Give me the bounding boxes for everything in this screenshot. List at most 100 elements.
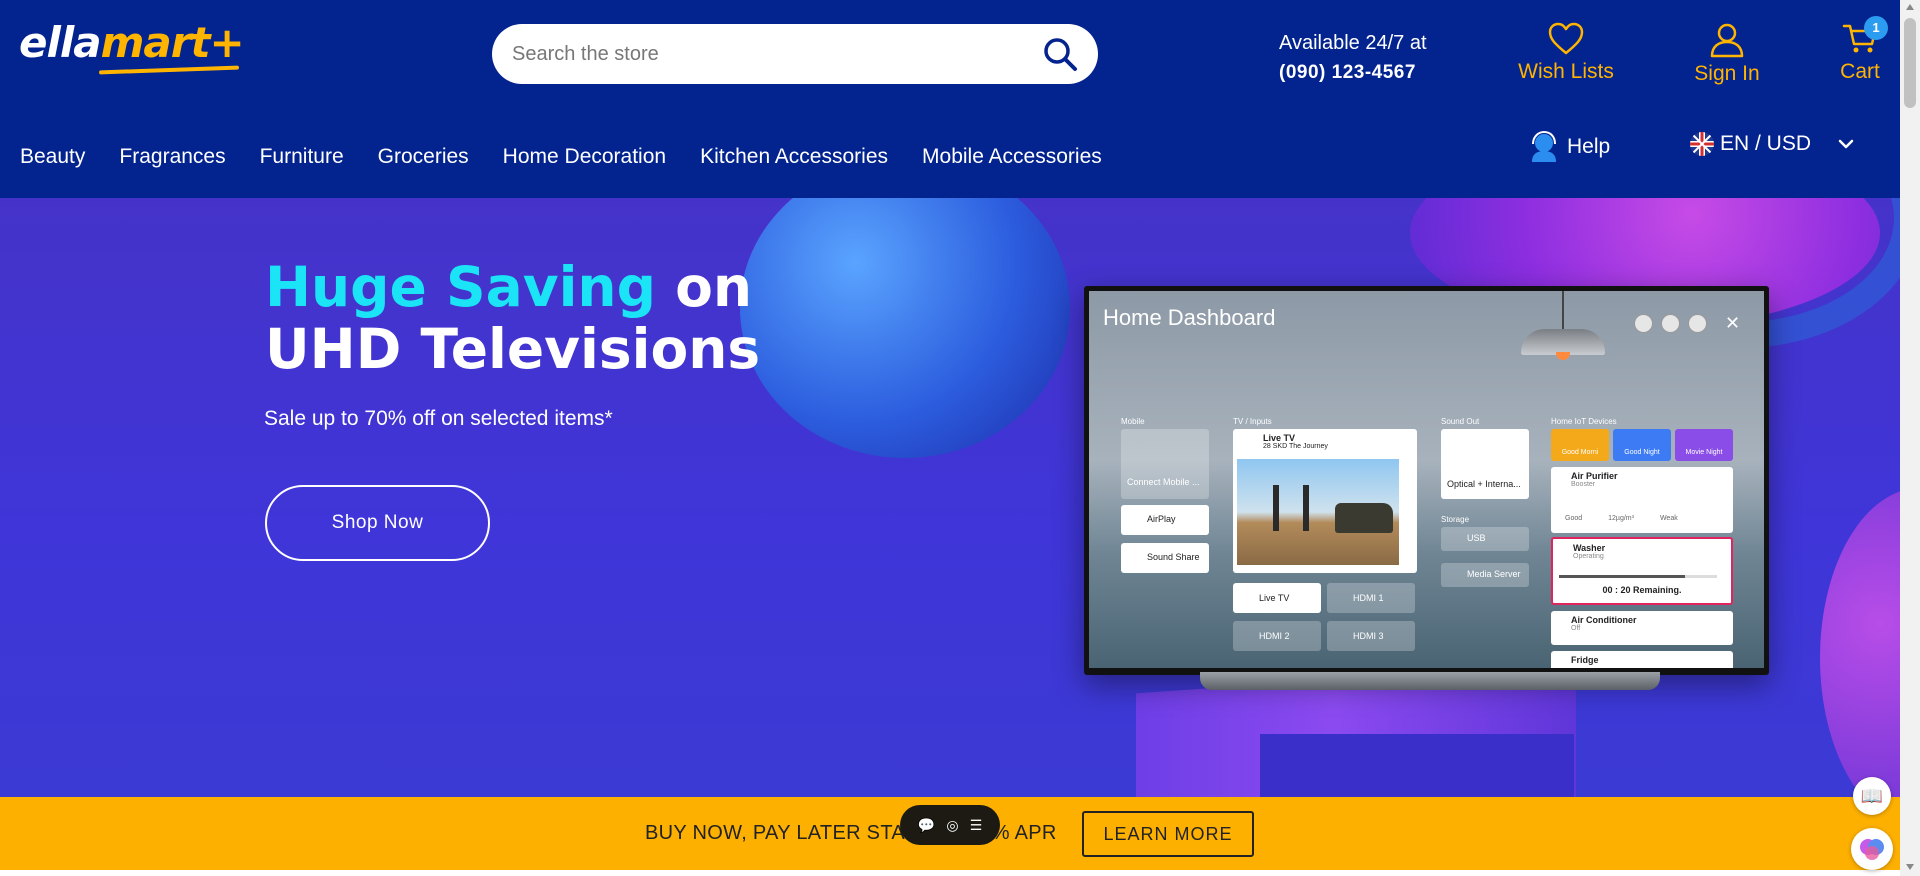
tv-controls: ✕ bbox=[1634, 313, 1740, 334]
tv-refresh-icon bbox=[1688, 314, 1707, 333]
hero-title-rest: on bbox=[655, 255, 753, 319]
tv-screen: Home Dashboard ✕ Mobile TV / Inputs Soun… bbox=[1089, 291, 1764, 668]
nav-item-furniture[interactable]: Furniture bbox=[260, 145, 344, 175]
thumbnail-people bbox=[1273, 485, 1309, 531]
tv-device-card: Air Conditioner Off bbox=[1551, 611, 1733, 645]
washer-progress-fill bbox=[1559, 575, 1686, 578]
hero-banner: Huge Saving on UHD Televisions Sale up t… bbox=[0, 198, 1900, 798]
tv-section-label: Storage bbox=[1441, 515, 1470, 524]
book-icon[interactable]: 📖 bbox=[1853, 777, 1891, 815]
tv-profile-icon bbox=[1634, 314, 1653, 333]
search-icon[interactable] bbox=[1042, 36, 1078, 72]
page: ellamart+ Available 24/7 at (090) 123-45… bbox=[0, 0, 1920, 876]
locale-label: EN / USD bbox=[1720, 132, 1812, 155]
contact-info: Available 24/7 at (090) 123-4567 bbox=[1279, 28, 1427, 88]
device-stat: Good bbox=[1565, 515, 1583, 522]
tv-mobile-card: Connect Mobile ... bbox=[1121, 429, 1209, 499]
uk-flag-icon bbox=[1690, 132, 1714, 156]
contact-label: Available 24/7 at bbox=[1279, 32, 1427, 54]
nav-item-mobile-accessories[interactable]: Mobile Accessories bbox=[922, 145, 1102, 175]
device-stat: 12µg/m³ bbox=[1608, 515, 1634, 522]
scroll-up-arrow-icon[interactable] bbox=[1906, 4, 1914, 10]
contact-phone[interactable]: (090) 123-4567 bbox=[1279, 58, 1427, 88]
tv-sound-card: Optical + Interna... bbox=[1441, 429, 1529, 499]
tv-iot-tile: Movie Night bbox=[1675, 429, 1733, 461]
site-header: ellamart+ Available 24/7 at (090) 123-45… bbox=[0, 0, 1900, 198]
logo-text-accent: mart+ bbox=[100, 18, 245, 67]
cart-button[interactable]: 1 Cart bbox=[1836, 16, 1888, 84]
menu-icon[interactable]: ☰ bbox=[970, 817, 983, 834]
decorative-sphere bbox=[1820, 488, 1900, 798]
tv-live-card: Live TV 28 SKD The Journey bbox=[1233, 429, 1417, 573]
tv-section-label: TV / Inputs bbox=[1233, 417, 1272, 426]
hero-title-line2: UHD Televisions bbox=[265, 317, 761, 381]
thumbnail-jeep bbox=[1335, 503, 1393, 533]
user-icon bbox=[1710, 23, 1744, 58]
device-name: Fridge bbox=[1571, 655, 1599, 665]
floating-toolbar: 💬 ◎ ☰ bbox=[900, 805, 1000, 845]
category-nav: Beauty Fragrances Furniture Groceries Ho… bbox=[20, 145, 1136, 175]
tv-input-card: HDMI 1 bbox=[1327, 583, 1415, 613]
tv-section-label: Sound Out bbox=[1441, 417, 1480, 426]
device-status: Operating bbox=[1573, 553, 1604, 560]
tv-live-thumbnail bbox=[1237, 459, 1399, 565]
shop-now-button[interactable]: Shop Now bbox=[265, 485, 490, 561]
nav-item-groceries[interactable]: Groceries bbox=[378, 145, 469, 175]
page-scrollbar[interactable] bbox=[1900, 0, 1920, 876]
help-label: Help bbox=[1567, 135, 1611, 158]
nav-item-fragrances[interactable]: Fragrances bbox=[119, 145, 225, 175]
tv-device-card: Air Purifier Booster Good 12µg/m³ Weak bbox=[1551, 467, 1733, 533]
device-stat: Weak bbox=[1659, 515, 1678, 522]
wishlist-label: Wish Lists bbox=[1518, 60, 1614, 83]
device-status: Off bbox=[1571, 625, 1581, 632]
tv-live-channel: 28 SKD The Journey bbox=[1263, 443, 1328, 450]
tv-dashboard-title: Home Dashboard bbox=[1103, 305, 1276, 330]
device-stats: Good 12µg/m³ Weak bbox=[1565, 515, 1678, 522]
hero-title: Huge Saving on UHD Televisions bbox=[265, 256, 760, 380]
tv-mobile-card: Sound Share bbox=[1121, 543, 1209, 573]
tv-section-label: Mobile bbox=[1121, 417, 1145, 426]
washer-remaining: 00 : 20 Remaining. bbox=[1602, 585, 1682, 595]
help-link[interactable]: Help bbox=[1527, 130, 1610, 164]
promo-text-end: % APR bbox=[991, 822, 1057, 844]
tv-storage-card: Media Server bbox=[1441, 563, 1529, 587]
device-status: Booster bbox=[1571, 481, 1596, 488]
locale-selector[interactable]: EN / USD bbox=[1690, 132, 1855, 156]
chevron-down-icon bbox=[1838, 139, 1854, 149]
tv-section-label: Home IoT Devices bbox=[1551, 417, 1617, 426]
hero-title-highlight: Huge Saving bbox=[265, 255, 656, 319]
wishlist-button[interactable]: Wish Lists bbox=[1518, 22, 1614, 84]
brain-icon bbox=[1860, 839, 1884, 860]
site-logo[interactable]: ellamart+ bbox=[19, 18, 245, 75]
decorative-sphere bbox=[740, 198, 1070, 458]
cart-count-badge: 1 bbox=[1864, 16, 1888, 40]
tv-close-icon: ✕ bbox=[1725, 313, 1741, 333]
scroll-down-arrow-icon[interactable] bbox=[1906, 864, 1914, 870]
chat-icon[interactable]: 💬 bbox=[918, 817, 935, 834]
washer-progress bbox=[1559, 575, 1717, 578]
tv-device-card: Fridge bbox=[1551, 651, 1733, 668]
support-agent-icon bbox=[1532, 130, 1556, 162]
signin-button[interactable]: Sign In bbox=[1692, 22, 1762, 86]
nav-item-kitchen-accessories[interactable]: Kitchen Accessories bbox=[700, 145, 888, 175]
tv-storage-card: USB bbox=[1441, 527, 1529, 551]
learn-more-button[interactable]: LEARN MORE bbox=[1082, 811, 1254, 857]
ai-assistant-icon[interactable] bbox=[1851, 828, 1893, 870]
cart-label: Cart bbox=[1840, 60, 1880, 83]
promo-text-start: BUY NOW, PAY LATER STAR bbox=[645, 822, 920, 844]
toggle-icon[interactable]: ◎ bbox=[946, 817, 958, 834]
tv-iot-tile: Good Morni bbox=[1551, 429, 1609, 461]
lamp-cord bbox=[1562, 291, 1564, 329]
signin-label: Sign In bbox=[1694, 62, 1760, 85]
device-name: Air Conditioner bbox=[1571, 615, 1637, 625]
search-input[interactable] bbox=[512, 24, 1012, 84]
nav-item-home-decoration[interactable]: Home Decoration bbox=[503, 145, 666, 175]
tv-stand bbox=[1200, 672, 1660, 690]
nav-item-beauty[interactable]: Beauty bbox=[20, 145, 85, 175]
search-bar bbox=[492, 24, 1098, 84]
tv-input-card: HDMI 3 bbox=[1327, 621, 1415, 651]
scroll-thumb[interactable] bbox=[1904, 18, 1916, 108]
tv-settings-icon bbox=[1661, 314, 1680, 333]
logo-text-primary: ella bbox=[19, 18, 102, 67]
tv-live-title: Live TV bbox=[1263, 433, 1296, 443]
